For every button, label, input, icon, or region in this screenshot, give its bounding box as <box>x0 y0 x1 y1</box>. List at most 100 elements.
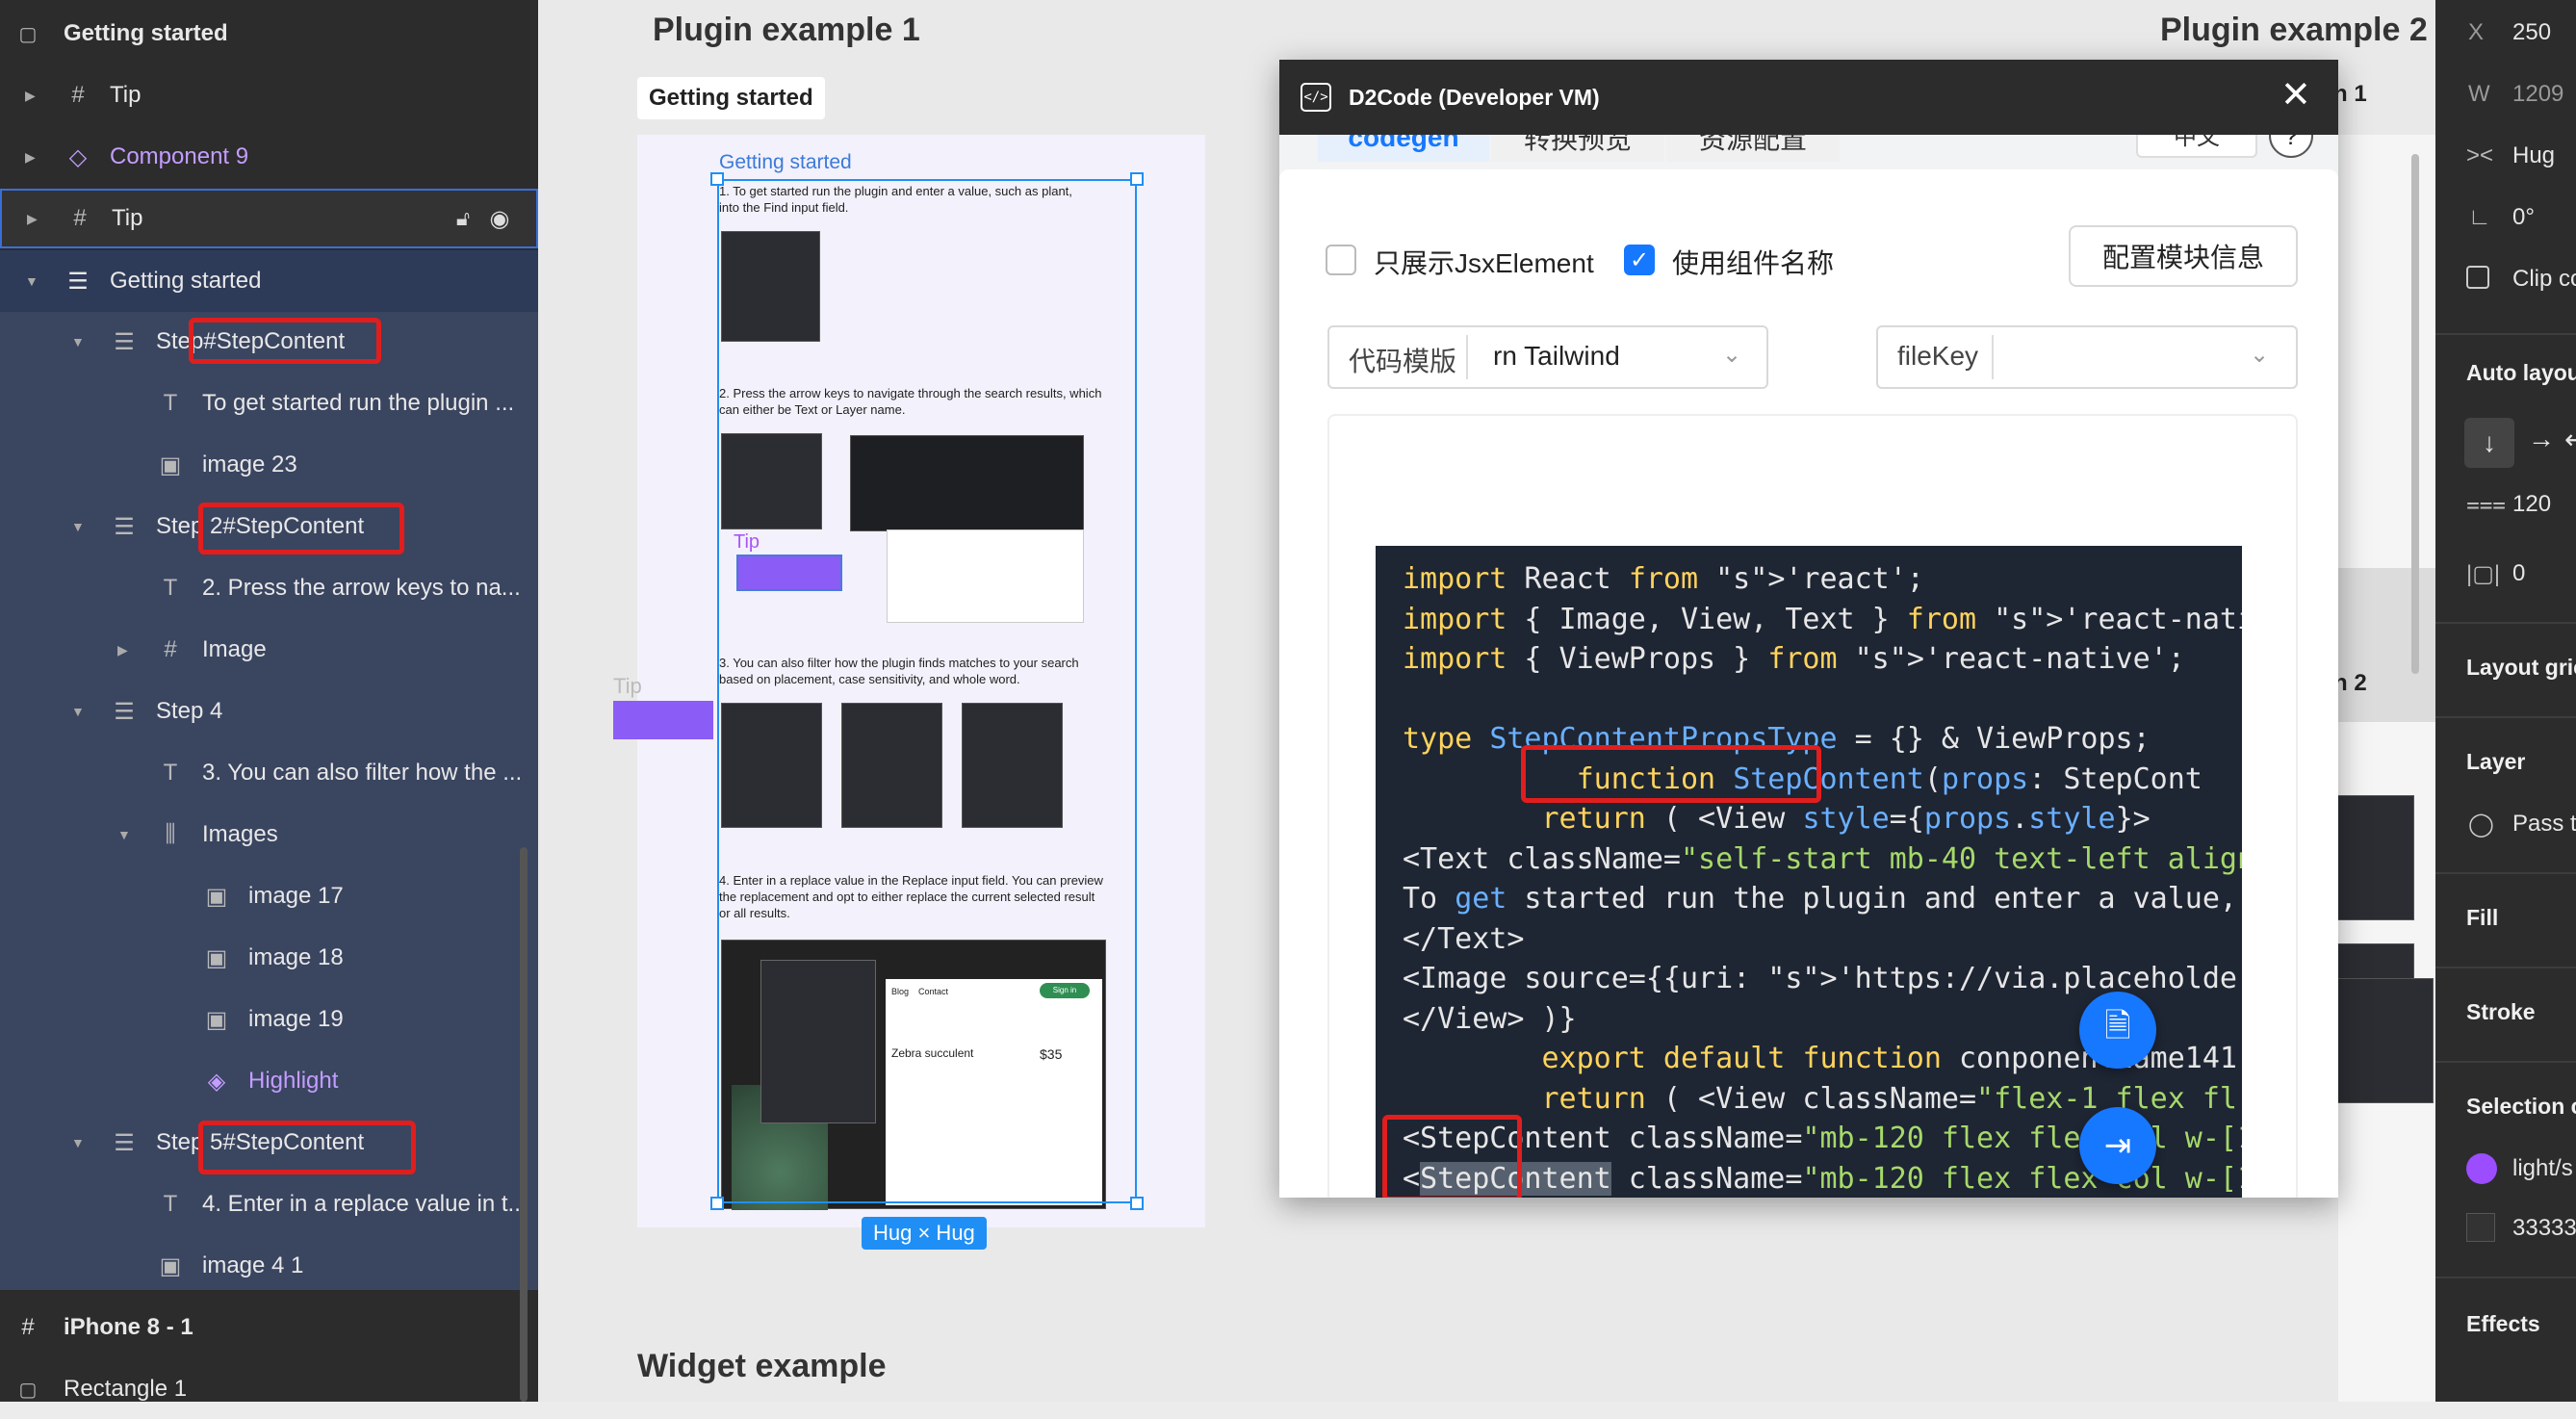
d2code-dialog[interactable]: </> D2Code (Developer VM) ✕ codegen 转换预览… <box>1279 60 2338 1198</box>
chevron-down-icon[interactable]: ▼ <box>71 704 85 719</box>
layer-row-tip-hover[interactable]: ▶ # Tip 🔓︎ ◉ <box>0 189 538 248</box>
layer-label: image 23 <box>202 452 297 477</box>
code-line: </Text> <box>1403 921 1525 956</box>
tip-component[interactable] <box>613 701 713 739</box>
divider <box>2435 1061 2576 1063</box>
layer-row-rectangle-1[interactable]: ▢ Rectangle 1 <box>0 1359 538 1419</box>
color-hex[interactable]: 33333 <box>2512 1215 2576 1242</box>
layer-row-text-step4[interactable]: T 4. Enter in a replace value in t... <box>0 1174 538 1234</box>
layer-row-getting-started-selected[interactable]: ▼ ☰ Getting started <box>0 250 538 312</box>
chevron-down-icon[interactable]: ▼ <box>71 519 85 534</box>
frame-hash-icon: # <box>21 1314 35 1340</box>
resize-handle[interactable] <box>710 1197 724 1210</box>
divider <box>2435 872 2576 874</box>
x-label: X <box>2468 19 2485 45</box>
layer-row-images[interactable]: ▼ ⫼ Images <box>0 805 538 864</box>
export-icon[interactable]: ⇥ <box>2079 1107 2156 1184</box>
chevron-down-icon[interactable]: ▼ <box>117 827 131 842</box>
language-select[interactable]: 中文 <box>2136 135 2257 158</box>
layers-scrollbar[interactable] <box>520 847 528 1402</box>
image-icon: ▣ <box>159 1252 182 1279</box>
config-module-button[interactable]: 配置模块信息 <box>2069 225 2298 287</box>
layer-row-image[interactable]: ▶ # Image <box>0 620 538 680</box>
arrow-right-icon[interactable]: → <box>2528 424 2555 454</box>
divider <box>2435 333 2576 335</box>
template-select[interactable]: 代码模版 rn Tailwind ⌄ <box>1327 325 1768 389</box>
effects-header[interactable]: Effects <box>2466 1311 2540 1337</box>
layer-row-getting-started-top[interactable]: ▢ Getting started <box>0 4 538 64</box>
padding-input[interactable]: 0 <box>2512 560 2525 587</box>
plugin-frame-2-part[interactable] <box>2338 135 2435 568</box>
frame-hash-icon: # <box>71 82 85 108</box>
auto-layout-icon: ☰ <box>114 698 135 725</box>
chevron-right-icon[interactable]: ▶ <box>25 149 36 166</box>
text-icon: T <box>163 760 178 786</box>
arrow-down-icon[interactable]: ↓ <box>2464 418 2514 468</box>
layer-row-image-18[interactable]: ▣ image 18 <box>0 928 538 988</box>
layer-row-image-19[interactable]: ▣ image 19 <box>0 990 538 1049</box>
file-doc-icon[interactable]: 🗎 <box>2079 992 2156 1069</box>
tab-resources[interactable]: 资源配置 <box>1666 135 1840 162</box>
checkbox-jsx-only[interactable] <box>1326 245 1356 275</box>
layer-row-image-4-1[interactable]: ▣ image 4 1 <box>0 1236 538 1296</box>
chevron-right-icon[interactable]: ▶ <box>27 211 38 227</box>
color-swatch-dark[interactable] <box>2466 1213 2495 1242</box>
filekey-select[interactable]: fileKey ⌄ <box>1876 325 2298 389</box>
fill-header[interactable]: Fill <box>2466 905 2498 931</box>
layer-row-step-4[interactable]: ▼ ☰ Step 4 <box>0 682 538 741</box>
gap-input[interactable]: 120 <box>2512 491 2551 518</box>
layer-row-text-step3[interactable]: T 3. You can also filter how the ... <box>0 743 538 803</box>
layer-row-text-step2[interactable]: T 2. Press the arrow keys to na... <box>0 558 538 618</box>
tab-codegen[interactable]: codegen <box>1318 135 1489 162</box>
auto-layout-icon: ☰ <box>114 1129 135 1156</box>
layer-row-text-step1[interactable]: T To get started run the plugin ... <box>0 374 538 433</box>
chevron-down-icon[interactable]: ▼ <box>71 1135 85 1150</box>
resize-handle[interactable] <box>1130 172 1144 186</box>
eye-icon[interactable]: ◉ <box>485 204 514 233</box>
layer-row-highlight[interactable]: ◈ Highlight <box>0 1051 538 1111</box>
clip-checkbox[interactable] <box>2466 266 2489 289</box>
color-style-name[interactable]: light/s <box>2512 1155 2573 1182</box>
code-view[interactable]: import React from "s">'react'; import { I… <box>1376 546 2242 1198</box>
dialog-titlebar[interactable]: </> D2Code (Developer VM) ✕ <box>1279 60 2338 135</box>
chevron-right-icon[interactable]: ▶ <box>25 88 36 104</box>
resize-handle[interactable] <box>710 172 724 186</box>
checkbox-use-component-name[interactable]: ✓ <box>1624 245 1655 275</box>
frame-scrollbar[interactable] <box>2411 154 2419 674</box>
tip-component-label: Tip <box>613 674 642 698</box>
image-icon: ▣ <box>205 883 228 910</box>
lock-icon[interactable]: 🔓︎ <box>449 204 477 233</box>
layer-label: 4. Enter in a replace value in t... <box>202 1191 528 1217</box>
layer-row-iphone-8[interactable]: # iPhone 8 - 1 <box>0 1298 538 1357</box>
x-input[interactable]: 250 <box>2512 19 2551 46</box>
rotation-input[interactable]: 0° <box>2512 204 2535 231</box>
code-line: return ( <View style={props.style}> <box>1541 802 2151 836</box>
code-line: import { Image, View, Text } from "s">'r… <box>1403 602 2242 636</box>
chevron-down-icon[interactable]: ▼ <box>25 273 39 289</box>
blend-mode-select[interactable]: Pass t <box>2512 811 2576 838</box>
layer-row-component-9[interactable]: ▶ ◇ Component 9 <box>0 127 538 187</box>
help-icon[interactable]: ? <box>2269 135 2313 158</box>
layer-row-tip[interactable]: ▶ # Tip <box>0 65 538 125</box>
selection-rectangle[interactable] <box>717 179 1137 1203</box>
checkbox-component-label: 使用组件名称 <box>1672 248 1835 278</box>
wrap-icon[interactable]: ↵ <box>2564 424 2576 455</box>
layer-row-image-17[interactable]: ▣ image 17 <box>0 866 538 926</box>
layout-grid-header[interactable]: Layout gric <box>2466 655 2576 681</box>
layer-label: Highlight <box>248 1068 339 1094</box>
frame-tag-getting-started[interactable]: Getting started <box>637 77 825 119</box>
stroke-header[interactable]: Stroke <box>2466 999 2536 1025</box>
resize-handle[interactable] <box>1130 1197 1144 1210</box>
w-input[interactable]: 1209 <box>2512 81 2563 108</box>
layer-label: image 17 <box>248 883 344 909</box>
tab-preview[interactable]: 转换预览 <box>1491 135 1664 162</box>
chevron-down-icon[interactable]: ▼ <box>71 334 85 349</box>
close-icon[interactable]: ✕ <box>2280 73 2311 116</box>
chevron-right-icon[interactable]: ▶ <box>117 642 128 658</box>
text-icon: T <box>163 575 178 601</box>
tab-bar: codegen 转换预览 资源配置 中文 <box>1318 135 2257 162</box>
resizing-select[interactable]: Hug <box>2512 142 2555 169</box>
component-icon: ◇ <box>68 143 88 170</box>
color-swatch-purple[interactable] <box>2466 1153 2497 1184</box>
layer-row-image-23[interactable]: ▣ image 23 <box>0 435 538 495</box>
